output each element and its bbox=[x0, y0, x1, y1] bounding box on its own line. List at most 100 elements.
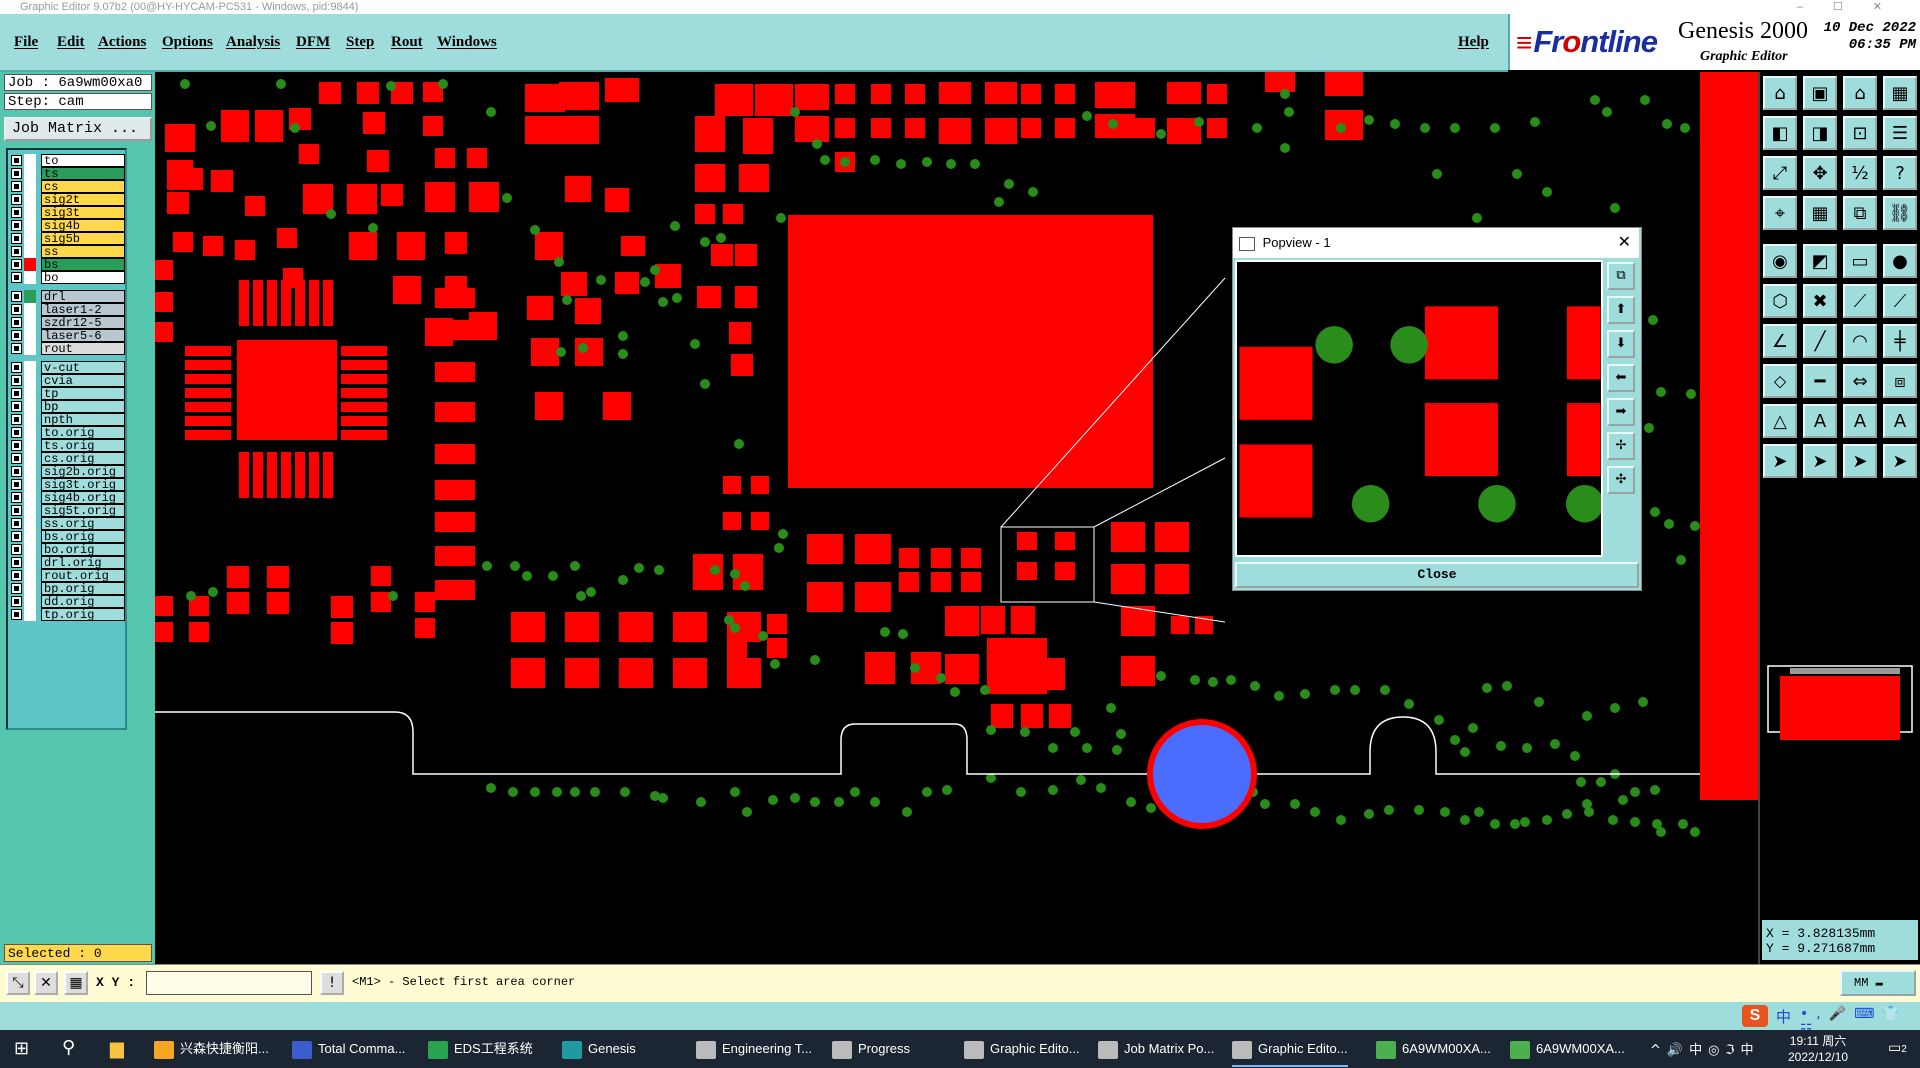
layer-row[interactable]: sig3t bbox=[8, 206, 125, 220]
layer-color-swatch[interactable] bbox=[24, 387, 36, 400]
popview-pan-left-icon[interactable]: ⬅ bbox=[1607, 364, 1635, 392]
line-icon[interactable]: ╱ bbox=[1803, 324, 1837, 358]
layer-row[interactable]: szdr12-5 bbox=[8, 316, 125, 330]
layer-checkbox[interactable] bbox=[11, 233, 22, 244]
menu-actions[interactable]: Actions bbox=[98, 34, 146, 51]
layer-name[interactable]: bo.orig bbox=[41, 543, 125, 557]
layer-color-swatch[interactable] bbox=[24, 426, 36, 439]
layer-checkbox[interactable] bbox=[11, 557, 22, 568]
popview-close-button[interactable]: Close bbox=[1235, 562, 1639, 588]
windows-start-icon[interactable]: ⊞ bbox=[14, 1038, 29, 1059]
frame-icon[interactable]: ⊡ bbox=[1843, 116, 1877, 150]
file-explorer-icon[interactable]: ▆ bbox=[110, 1038, 124, 1059]
layer-checkbox[interactable] bbox=[11, 317, 22, 328]
layer-name[interactable]: bs.orig bbox=[41, 530, 125, 544]
clock[interactable]: 19:11 周六 2022/12/10 bbox=[1788, 1033, 1848, 1065]
ime-mode[interactable]: 中 bbox=[1776, 1006, 1791, 1027]
taskbar-item[interactable]: Job Matrix Po... bbox=[1098, 1036, 1214, 1062]
sogou-ime-icon[interactable]: S bbox=[1742, 1005, 1768, 1027]
layer-checkbox[interactable] bbox=[11, 453, 22, 464]
menu-options[interactable]: Options bbox=[162, 34, 213, 51]
layer-color-swatch[interactable] bbox=[24, 491, 36, 504]
layer-name[interactable]: dd.orig bbox=[41, 595, 125, 609]
zoom-box-icon[interactable]: ⤡ bbox=[6, 971, 30, 995]
layer-name[interactable]: ts bbox=[41, 167, 125, 181]
layer-row[interactable]: bo bbox=[8, 271, 125, 285]
taskbar-item[interactable]: Genesis bbox=[562, 1036, 636, 1062]
layer-checkbox[interactable] bbox=[11, 544, 22, 555]
layers-icon[interactable]: ⧉ bbox=[1843, 196, 1877, 230]
link-icon[interactable]: ⛓ bbox=[1883, 196, 1917, 230]
layer-checkbox[interactable] bbox=[11, 609, 22, 620]
layer-row[interactable]: bp bbox=[8, 400, 125, 414]
layer-row[interactable]: rout.orig bbox=[8, 569, 125, 583]
connect-icon[interactable]: ⬡ bbox=[1763, 284, 1797, 318]
layer-name[interactable]: sig2b.orig bbox=[41, 465, 125, 479]
layer-color-swatch[interactable] bbox=[24, 504, 36, 517]
layer-color-swatch[interactable] bbox=[24, 400, 36, 413]
layer-name[interactable]: ts.orig bbox=[41, 439, 125, 453]
layer-row[interactable]: ss bbox=[8, 245, 125, 259]
layer-name[interactable]: v-cut bbox=[41, 361, 125, 375]
layer-row[interactable]: bs bbox=[8, 258, 125, 272]
layer-row[interactable]: npth bbox=[8, 413, 125, 427]
layer-name[interactable]: bp.orig bbox=[41, 582, 125, 596]
layer-name[interactable]: bo bbox=[41, 271, 125, 285]
layer-row[interactable]: tp bbox=[8, 387, 125, 401]
layer-color-swatch[interactable] bbox=[24, 595, 36, 608]
layer-name[interactable]: cs.orig bbox=[41, 452, 125, 466]
layer-row[interactable]: to.orig bbox=[8, 426, 125, 440]
layer-row[interactable]: bo.orig bbox=[8, 543, 125, 557]
layer-checkbox[interactable] bbox=[11, 207, 22, 218]
layer-name[interactable]: laser5-6 bbox=[41, 329, 125, 343]
menu-windows[interactable]: Windows bbox=[437, 34, 497, 51]
layer-name[interactable]: npth bbox=[41, 413, 125, 427]
window-controls[interactable]: –☐✕ bbox=[1797, 0, 1912, 14]
layer-checkbox[interactable] bbox=[11, 492, 22, 503]
layer-checkbox[interactable] bbox=[11, 440, 22, 451]
layer-color-swatch[interactable] bbox=[24, 245, 36, 258]
pointer-icon[interactable]: ➤ bbox=[1763, 444, 1797, 478]
layer-name[interactable]: laser1-2 bbox=[41, 303, 125, 317]
close-icon[interactable]: ✕ bbox=[1618, 228, 1631, 258]
text-a3-icon[interactable]: A bbox=[1883, 404, 1917, 438]
layer-color-swatch[interactable] bbox=[24, 465, 36, 478]
layer-checkbox[interactable] bbox=[11, 596, 22, 607]
arc-icon[interactable]: ◠ bbox=[1843, 324, 1877, 358]
layer-color-swatch[interactable] bbox=[24, 342, 36, 355]
layer-name[interactable]: sig4b bbox=[41, 219, 125, 233]
home-alt-icon[interactable]: ⌂ bbox=[1843, 76, 1877, 110]
layer-checkbox[interactable] bbox=[11, 583, 22, 594]
layer-name[interactable]: drl bbox=[41, 290, 125, 304]
layer-name[interactable]: sig5t.orig bbox=[41, 504, 125, 518]
layer-name[interactable]: ss.orig bbox=[41, 517, 125, 531]
layer-color-swatch[interactable] bbox=[24, 556, 36, 569]
popview-pan-down-icon[interactable]: ⬇ bbox=[1607, 330, 1635, 358]
layer-checkbox[interactable] bbox=[11, 291, 22, 302]
layer-row[interactable]: laser5-6 bbox=[8, 329, 125, 343]
layer-row[interactable]: sig5t.orig bbox=[8, 504, 125, 518]
layer-checkbox[interactable] bbox=[11, 518, 22, 529]
pointer-multi-icon[interactable]: ➤ bbox=[1883, 444, 1917, 478]
unit-selector[interactable]: MM ▬ bbox=[1840, 970, 1916, 996]
layer-row[interactable]: sig2t bbox=[8, 193, 125, 207]
text-a2-icon[interactable]: A bbox=[1843, 404, 1877, 438]
layer-name[interactable]: tp.orig bbox=[41, 608, 125, 622]
help-icon[interactable]: ? bbox=[1883, 156, 1917, 190]
layer-color-swatch[interactable] bbox=[24, 258, 36, 271]
layer-color-swatch[interactable] bbox=[24, 219, 36, 232]
layer-name[interactable]: rout bbox=[41, 342, 125, 356]
split-icon[interactable]: ╪ bbox=[1883, 324, 1917, 358]
layer-checkbox[interactable] bbox=[11, 259, 22, 270]
layer-row[interactable]: drl.orig bbox=[8, 556, 125, 570]
layer-name[interactable]: sig2t bbox=[41, 193, 125, 207]
taskbar-item[interactable]: 6A9WM00XA... bbox=[1376, 1036, 1491, 1062]
layer-checkbox[interactable] bbox=[11, 155, 22, 166]
layer-color-swatch[interactable] bbox=[24, 180, 36, 193]
taskbar-item[interactable]: Engineering T... bbox=[696, 1036, 812, 1062]
arc-node-icon[interactable]: ⟋ bbox=[1883, 284, 1917, 318]
layer-row[interactable]: bp.orig bbox=[8, 582, 125, 596]
list-icon[interactable]: ☰ bbox=[1883, 116, 1917, 150]
layer-row[interactable]: sig4b.orig bbox=[8, 491, 125, 505]
layer-name[interactable]: bs bbox=[41, 258, 125, 272]
